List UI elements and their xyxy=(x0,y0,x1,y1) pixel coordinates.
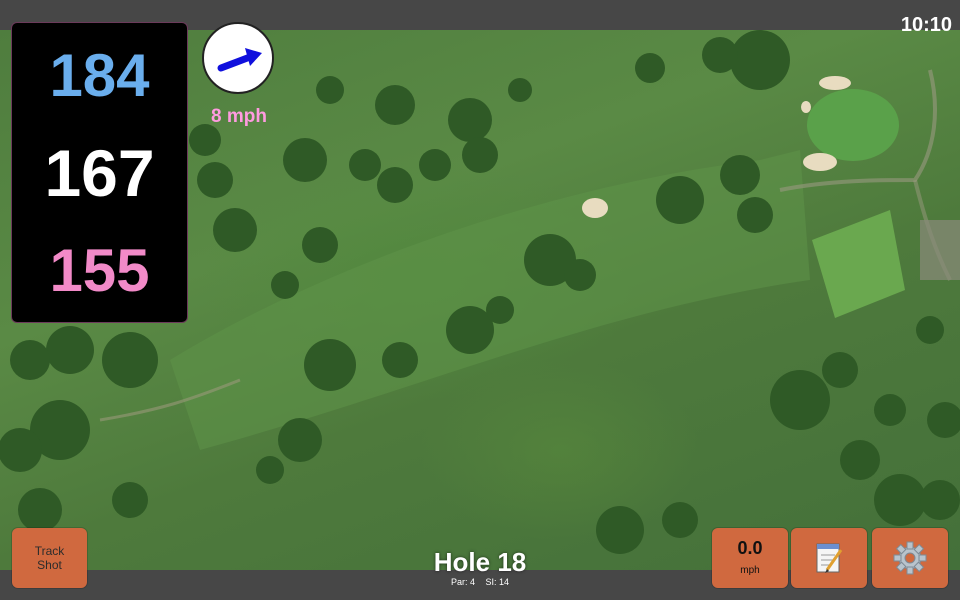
wind-speed-unit: mph xyxy=(740,565,760,576)
wind-speed-value: 0.0 xyxy=(737,538,763,558)
wind-direction-indicator xyxy=(202,22,274,94)
yardage-panel[interactable]: 184 167 155 xyxy=(11,22,188,323)
settings-button[interactable] xyxy=(872,528,948,588)
arrow-icon xyxy=(217,48,262,72)
hole-stroke-index: SI: 14 xyxy=(485,577,510,587)
hole-info: Par: 4 SI: 14 xyxy=(380,577,580,587)
notes-button[interactable] xyxy=(791,528,867,588)
gear-icon xyxy=(893,541,927,575)
wind-speed-label: 8 mph xyxy=(211,106,267,127)
back-yardage: 184 xyxy=(49,42,150,109)
middle-yardage: 167 xyxy=(44,136,155,210)
hole-title: Hole 18 xyxy=(433,547,527,577)
notepad-icon xyxy=(816,543,843,573)
track-shot-label-line2: Shot xyxy=(37,558,62,572)
wind-speed-button[interactable]: 0.0 mph xyxy=(712,528,788,588)
track-shot-label-line1: Track xyxy=(34,544,65,558)
front-yardage: 155 xyxy=(49,237,150,304)
track-shot-button[interactable]: Track Shot xyxy=(12,528,87,588)
hole-par: Par: 4 xyxy=(450,577,475,587)
status-clock: 10:10 xyxy=(900,14,952,36)
